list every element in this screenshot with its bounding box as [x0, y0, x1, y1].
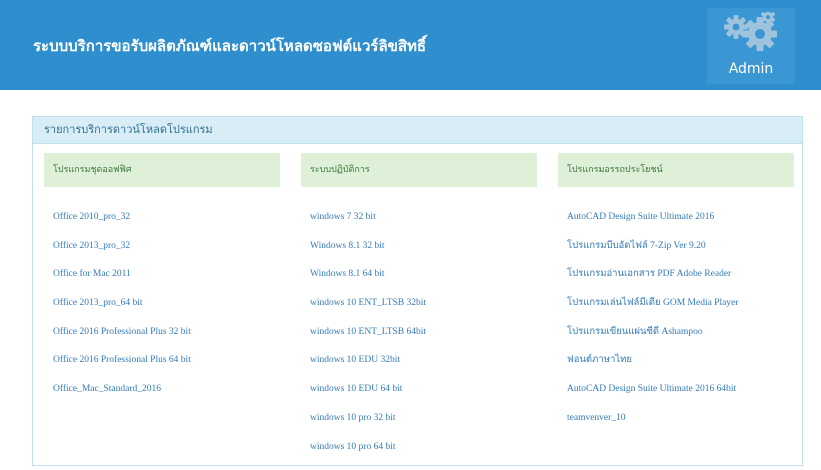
list-item: teamvenver_10 [558, 409, 794, 438]
page-title: ระบบบริการขอรับผลิตภัณฑ์และดาวน์โหลดซอฟต… [33, 37, 427, 55]
admin-label: Admin [728, 61, 774, 77]
list-item: Office 2016 Professional Plus 32 bit [44, 323, 280, 352]
download-link[interactable]: AutoCAD Design Suite Ultimate 2016 64bit [567, 384, 736, 394]
list-item: Office 2016 Professional Plus 64 bit [44, 351, 280, 380]
download-link[interactable]: windows 10 ENT_LTSB 64bit [310, 327, 426, 337]
gears-icon [724, 12, 777, 51]
list-item: windows 10 ENT_LTSB 32bit [301, 294, 537, 323]
download-link[interactable]: Office 2016 Professional Plus 32 bit [53, 327, 191, 337]
column-header-office: โปรแกรมชุดออฟฟิศ [44, 153, 280, 187]
column-header-utilities: โปรแกรมอรรถประโยชน์ [558, 153, 794, 187]
download-panel: รายการบริการดาวน์โหลดโปรแกรม โปรแกรมชุดอ… [32, 116, 803, 466]
column-utilities: โปรแกรมอรรถประโยชน์ AutoCAD Design Suite… [558, 153, 794, 438]
list-item: โปรแกรมเขียนแผ่นซีดี Ashampoo [558, 323, 794, 352]
download-link[interactable]: โปรแกรมเขียนแผ่นซีดี Ashampoo [567, 327, 703, 337]
download-link[interactable]: Office 2010_pro_32 [53, 212, 130, 222]
list-item: windows 10 pro 64 bit [301, 438, 537, 467]
list-item: โปรแกรมเล่นไฟล์มีเดีย GOM Media Player [558, 294, 794, 323]
list-item: windows 10 pro 32 bit [301, 409, 537, 438]
list-item: windows 10 EDU 32bit [301, 351, 537, 380]
download-link[interactable]: AutoCAD Design Suite Ultimate 2016 [567, 212, 714, 222]
list-item: windows 7 32 bit [301, 208, 537, 237]
panel-heading: รายการบริการดาวน์โหลดโปรแกรม [33, 117, 802, 144]
list-item: Office for Mac 2011 [44, 265, 280, 294]
list-item: ฟอนต์ภาษาไทย [558, 351, 794, 380]
download-link[interactable]: โปรแกรมอ่านเอกสาร PDF Adobe Reader [567, 269, 731, 279]
column-os: ระบบปฏิบัติการ windows 7 32 bit Windows … [301, 153, 537, 466]
list-item: Office_Mac_Standard_2016 [44, 380, 280, 409]
list-item: AutoCAD Design Suite Ultimate 2016 64bit [558, 380, 794, 409]
download-link[interactable]: windows 10 ENT_LTSB 32bit [310, 298, 426, 308]
list-item: windows 10 ENT_LTSB 64bit [301, 323, 537, 352]
list-item: โปรแกรมบีบอัดไฟล์ 7-Zip Ver 9.20 [558, 237, 794, 266]
download-link[interactable]: Office_Mac_Standard_2016 [53, 384, 161, 394]
download-link[interactable]: windows 10 pro 64 bit [310, 442, 396, 452]
column-office: โปรแกรมชุดออฟฟิศ Office 2010_pro_32 Offi… [44, 153, 280, 409]
list-item: windows 10 EDU 64 bit [301, 380, 537, 409]
download-link[interactable]: Office 2016 Professional Plus 64 bit [53, 355, 191, 365]
download-link[interactable]: windows 10 EDU 64 bit [310, 384, 402, 394]
download-link[interactable]: ฟอนต์ภาษาไทย [567, 355, 632, 365]
download-link[interactable]: Office for Mac 2011 [53, 269, 131, 279]
admin-button[interactable]: Admin [707, 8, 795, 84]
column-header-os: ระบบปฏิบัติการ [301, 153, 537, 187]
download-link[interactable]: teamvenver_10 [567, 413, 626, 423]
download-link[interactable]: Office 2013_pro_32 [53, 241, 130, 251]
download-link[interactable]: windows 7 32 bit [310, 212, 376, 222]
list-item: Office 2010_pro_32 [44, 208, 280, 237]
list-item: Windows 8.1 32 bit [301, 237, 537, 266]
download-link[interactable]: windows 10 pro 32 bit [310, 413, 396, 423]
list-item: AutoCAD Design Suite Ultimate 2016 [558, 208, 794, 237]
download-link[interactable]: Windows 8.1 64 bit [310, 269, 385, 279]
list-item: โปรแกรมอ่านเอกสาร PDF Adobe Reader [558, 265, 794, 294]
list-item: Office 2013_pro_32 [44, 237, 280, 266]
download-link[interactable]: โปรแกรมบีบอัดไฟล์ 7-Zip Ver 9.20 [567, 241, 706, 251]
download-link[interactable]: Office 2013_pro_64 bit [53, 298, 143, 308]
top-header: ระบบบริการขอรับผลิตภัณฑ์และดาวน์โหลดซอฟต… [0, 0, 821, 90]
download-link[interactable]: โปรแกรมเล่นไฟล์มีเดีย GOM Media Player [567, 298, 738, 308]
download-link[interactable]: windows 10 EDU 32bit [310, 355, 400, 365]
list-item: Windows 8.1 64 bit [301, 265, 537, 294]
download-link[interactable]: Windows 8.1 32 bit [310, 241, 385, 251]
list-item: Office 2013_pro_64 bit [44, 294, 280, 323]
